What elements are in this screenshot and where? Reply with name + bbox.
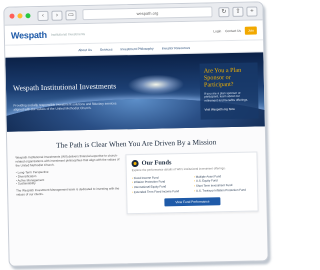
fund-link[interactable]: U.S. Treasury Inflation Protection Fund (194, 187, 252, 193)
funds-intro: Explore the performance details of WII's… (131, 166, 226, 173)
mission-paragraph-1: Wespath Institutional Investments (WII) … (15, 153, 120, 168)
back-button[interactable]: ‹ (37, 10, 49, 21)
view-fund-performance-button[interactable]: View Fund Performance (164, 197, 221, 207)
mission-paragraph-2: The Wespath Investment Management team i… (16, 186, 120, 197)
mission-content: Wespath Institutional Investments (WII) … (7, 145, 266, 217)
fund-list: Fixed Income Fund Multiple Asset Fund In… (132, 174, 252, 194)
funds-card: Our Funds Explore the performance detail… (125, 151, 259, 215)
site-logo[interactable]: Wespath (11, 29, 47, 40)
hero-banner: Wespath Institutional Investments Provid… (5, 52, 265, 132)
contact-link[interactable]: Contact Us (225, 28, 241, 32)
close-window-dot[interactable] (9, 13, 15, 19)
funds-heading: Our Funds (131, 158, 252, 168)
forward-button[interactable]: › (51, 10, 63, 21)
maximize-window-dot[interactable] (25, 13, 31, 19)
share-icon[interactable]: ⇪ (232, 6, 244, 17)
sponsor-panel: Are You a Plan Sponsor or Participant? I… (199, 62, 259, 120)
minimize-window-dot[interactable] (17, 13, 23, 19)
header-tagline: Institutional Investments (50, 31, 86, 37)
browser-window: ‹ › ▭ wespath.org ↻ ⇪ + Wespath Institut… (3, 1, 269, 267)
panel-link[interactable]: Visit Wespath.org Now (204, 107, 254, 112)
nav-item-resources[interactable]: Investor Resources (162, 45, 190, 50)
list-item: Sustainability (16, 181, 120, 187)
device-frame: ‹ › ▭ wespath.org ↻ ⇪ + Wespath Institut… (3, 1, 271, 270)
join-button[interactable]: Join (244, 25, 257, 35)
panel-text: If you are a plan sponsor or participant… (204, 90, 249, 103)
new-tab-icon[interactable]: + (246, 5, 258, 17)
mission-bullets: Long-Term Perspective Diversification Ac… (16, 169, 120, 187)
nav-item-about[interactable]: About Us (78, 47, 92, 51)
address-bar[interactable]: wespath.org (82, 6, 213, 21)
nav-item-philosophy[interactable]: Investment Philosophy (120, 46, 153, 51)
funds-title: Our Funds (141, 159, 172, 167)
login-link[interactable]: Login (213, 29, 221, 33)
fund-link[interactable]: Extended Term Fixed Income Fund (132, 189, 190, 195)
mission-text-column: Wespath Institutional Investments (WII) … (15, 153, 120, 217)
nav-item-services[interactable]: Services (100, 47, 113, 51)
hero-title: Wespath Institutional Investments (12, 81, 117, 93)
sidebar-icon[interactable]: ▭ (65, 9, 77, 20)
panel-title: Are You a Plan Sponsor or Participant? (203, 66, 242, 89)
fund-logo-icon (131, 159, 139, 168)
reload-icon[interactable]: ↻ (218, 6, 230, 17)
